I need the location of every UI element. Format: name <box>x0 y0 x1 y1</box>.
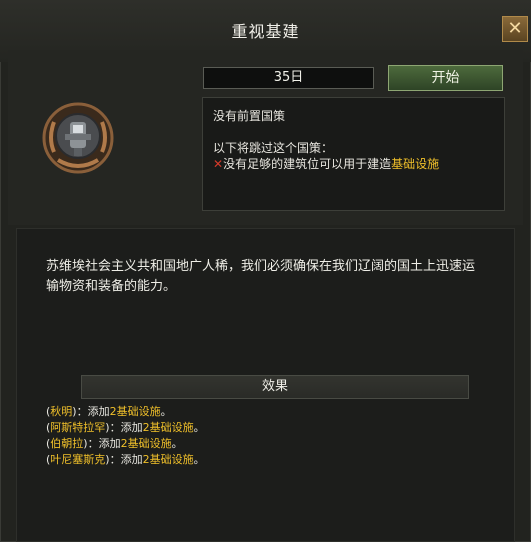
skip-reason: ✕没有足够的建筑位可以用于建造基础设施 <box>213 156 494 172</box>
no-prereq-text: 没有前置国策 <box>213 109 286 123</box>
window-title: 重视基建 <box>231 22 300 41</box>
effect-row: (伯朝拉)：添加2基础设施。 <box>46 437 183 450</box>
effect-state[interactable]: 阿斯特拉罕 <box>50 421 105 434</box>
focus-emblem-icon <box>40 100 116 176</box>
effect-row: (叶尼塞斯克)：添加2基础设施。 <box>46 453 205 466</box>
effect-state[interactable]: 秋明 <box>50 405 72 418</box>
close-icon: ✕ <box>507 18 523 39</box>
prerequisite-box: 没有前置国策 以下将跳过这个国策： ✕没有足够的建筑位可以用于建造基础设施 <box>202 97 505 211</box>
cross-icon: ✕ <box>213 157 224 171</box>
focus-description: 苏维埃社会主义共和国地广人稀，我们必须确保在我们辽阔的国土上迅速运输物资和装备的… <box>46 259 476 294</box>
focus-window: 重视基建 ✕ 35日 开始 没有前置国策 以下将跳过这个国策： ✕没有足够的建筑… <box>0 0 531 542</box>
skip-header: 以下将跳过这个国策： <box>213 141 334 155</box>
skip-reason-building: 基础设施 <box>391 157 440 171</box>
start-button[interactable]: 开始 <box>388 65 503 91</box>
effect-state[interactable]: 叶尼塞斯克 <box>50 453 105 466</box>
duration-display: 35日 <box>203 67 374 89</box>
effects-list: (秋明)：添加2基础设施。 (阿斯特拉罕)：添加2基础设施。 (伯朝拉)：添加2… <box>46 404 486 468</box>
effect-state[interactable]: 伯朝拉 <box>50 437 83 450</box>
effect-row: (阿斯特拉罕)：添加2基础设施。 <box>46 421 205 434</box>
skip-reason-prefix: 没有足够的建筑位可以用于建造 <box>223 157 392 171</box>
close-button[interactable]: ✕ <box>502 16 528 42</box>
effects-header: 效果 <box>81 375 469 399</box>
effect-row: (秋明)：添加2基础设施。 <box>46 405 172 418</box>
